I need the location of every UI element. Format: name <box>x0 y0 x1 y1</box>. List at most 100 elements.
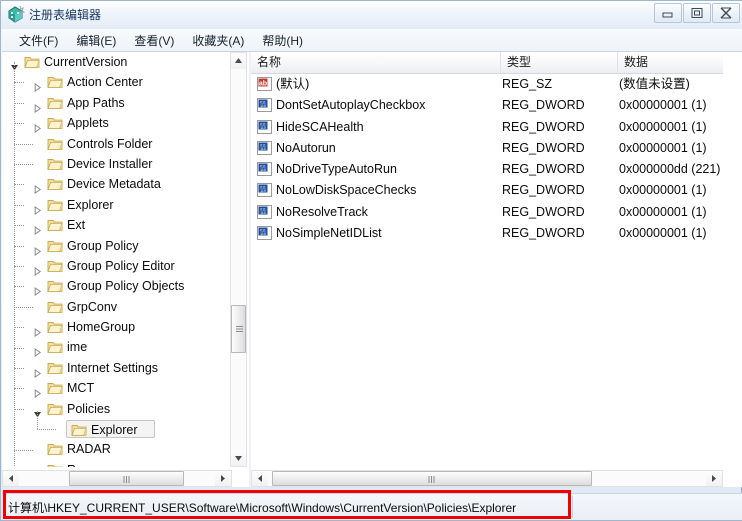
folder-icon <box>71 423 87 437</box>
table-row[interactable]: 011110NoResolveTrackREG_DWORD0x00000001 … <box>251 202 723 223</box>
table-row[interactable]: 011110DontSetAutoplayCheckboxREG_DWORD0x… <box>251 95 723 116</box>
value-data-cell: 0x00000001 (1) <box>619 180 707 201</box>
tree-node-group-policy[interactable]: Group Policy <box>2 236 230 256</box>
table-row[interactable]: 011110NoDriveTypeAutoRunREG_DWORD0x00000… <box>251 159 723 180</box>
table-row[interactable]: 011110NoSimpleNetIDListREG_DWORD0x000000… <box>251 223 723 244</box>
tree-guide-line <box>14 144 33 146</box>
value-data-cell: (数值未设置) <box>619 74 690 95</box>
tree-node-label: Explorer <box>67 195 114 215</box>
value-name-cell: HideSCAHealth <box>276 117 364 138</box>
menu-edit[interactable]: 编辑(E) <box>67 30 125 51</box>
folder-icon <box>47 320 63 334</box>
tree-node-grpconv[interactable]: GrpConv <box>2 297 230 317</box>
value-type-cell: REG_DWORD <box>502 138 585 159</box>
list-scroll-left-button[interactable] <box>252 471 268 486</box>
tree-node-label: HomeGroup <box>67 317 135 337</box>
tree-vertical-scrollbar[interactable] <box>230 52 247 467</box>
tree-node-label: Policies <box>67 399 110 419</box>
tree-node-device-installer[interactable]: Device Installer <box>2 154 230 174</box>
tree-node-explorer[interactable]: Explorer <box>2 195 230 215</box>
window-controls <box>653 3 740 23</box>
title-bar[interactable]: 注册表编辑器 <box>1 1 742 29</box>
tree-node-label: App Paths <box>67 93 125 113</box>
dword-value-icon: 011110 <box>257 226 272 240</box>
tree-scroll-right-button[interactable] <box>215 471 231 486</box>
tree-node-ext[interactable]: Ext <box>2 215 230 235</box>
menu-view[interactable]: 查看(V) <box>125 30 183 51</box>
registry-editor-icon <box>7 5 25 23</box>
tree-scrollbar-thumb[interactable] <box>231 305 246 353</box>
tree-node-label: Explorer <box>91 421 138 439</box>
folder-icon <box>24 55 40 69</box>
tree-node-controls-folder[interactable]: Controls Folder <box>2 134 230 154</box>
folder-icon <box>47 218 63 232</box>
tree-node-homegroup[interactable]: HomeGroup <box>2 317 230 337</box>
tree-scroll-up-button[interactable] <box>231 53 246 69</box>
table-row[interactable]: 011110NoLowDiskSpaceChecksREG_DWORD0x000… <box>251 180 723 201</box>
table-row[interactable]: 011110NoAutorunREG_DWORD0x00000001 (1) <box>251 138 723 159</box>
value-type-cell: REG_DWORD <box>502 159 585 180</box>
tree-guide-line <box>14 327 24 329</box>
folder-icon <box>47 116 63 130</box>
tree-scroll-left-button[interactable] <box>3 471 19 486</box>
tree-guide-line <box>14 286 24 288</box>
maximize-button[interactable] <box>683 3 711 23</box>
menu-file[interactable]: 文件(F) <box>10 30 67 51</box>
tree-node-run[interactable]: Run <box>2 460 230 467</box>
table-row[interactable]: 011110HideSCAHealthREG_DWORD0x00000001 (… <box>251 117 723 138</box>
tree-node-ime[interactable]: ime <box>2 337 230 357</box>
tree-node-radar[interactable]: RADAR <box>2 439 230 459</box>
menu-bar: 文件(F) 编辑(E) 查看(V) 收藏夹(A) 帮助(H) <box>2 29 742 52</box>
tree-node-group-policy-editor[interactable]: Group Policy Editor <box>2 256 230 276</box>
tree-node-internet-settings[interactable]: Internet Settings <box>2 358 230 378</box>
value-type-cell: REG_DWORD <box>502 223 585 244</box>
tree-node-label: Group Policy Editor <box>67 256 175 276</box>
close-button[interactable] <box>712 3 740 23</box>
list-horizontal-scrollbar[interactable] <box>251 470 723 487</box>
tree-horizontal-scrollbar[interactable] <box>2 470 232 487</box>
folder-icon <box>47 463 63 467</box>
tree-node-action-center[interactable]: Action Center <box>2 72 230 92</box>
tree-node-label: Ext <box>67 215 85 235</box>
tree-node-selection[interactable]: Explorer <box>66 420 155 438</box>
table-row[interactable]: ab(默认)REG_SZ(数值未设置) <box>251 74 723 95</box>
menu-help[interactable]: 帮助(H) <box>253 30 312 51</box>
column-header-type[interactable]: 类型 <box>501 52 618 73</box>
tree-node-group-policy-objects[interactable]: Group Policy Objects <box>2 276 230 296</box>
tree-guide-line <box>14 82 24 84</box>
tree-node-currentversion[interactable]: CurrentVersion <box>2 52 230 72</box>
registry-tree-pane[interactable]: CurrentVersionAction CenterApp PathsAppl… <box>2 52 250 487</box>
list-hscrollbar-thumb[interactable] <box>272 471 592 486</box>
svg-text:110: 110 <box>260 189 266 193</box>
tree-guide-line <box>14 388 24 390</box>
menu-favorites[interactable]: 收藏夹(A) <box>183 30 253 51</box>
tree-node-app-paths[interactable]: App Paths <box>2 93 230 113</box>
column-header-name[interactable]: 名称 <box>251 52 501 73</box>
tree-node-applets[interactable]: Applets <box>2 113 230 133</box>
svg-text:110: 110 <box>260 147 266 151</box>
column-header-data[interactable]: 数据 <box>618 52 723 73</box>
registry-values-pane[interactable]: 名称 类型 数据 ab(默认)REG_SZ(数值未设置)011110DontSe… <box>251 52 742 487</box>
minimize-button[interactable] <box>654 3 682 23</box>
main-panes: CurrentVersionAction CenterApp PathsAppl… <box>2 52 742 487</box>
folder-icon <box>47 96 63 110</box>
registry-tree[interactable]: CurrentVersionAction CenterApp PathsAppl… <box>2 52 230 467</box>
value-data-cell: 0x00000001 (1) <box>619 202 707 223</box>
tree-guide-line <box>14 450 33 452</box>
tree-node-label: ime <box>67 337 87 357</box>
registry-values-list[interactable]: ab(默认)REG_SZ(数值未设置)011110DontSetAutoplay… <box>251 74 723 467</box>
tree-hscrollbar-thumb[interactable] <box>69 471 184 486</box>
string-value-icon: ab <box>257 77 272 91</box>
folder-icon <box>47 198 63 212</box>
tree-node-device-metadata[interactable]: Device Metadata <box>2 174 230 194</box>
svg-text:110: 110 <box>260 168 266 172</box>
tree-guide-line <box>14 246 24 248</box>
status-separator <box>572 496 573 518</box>
tree-scroll-down-button[interactable] <box>231 450 246 466</box>
folder-icon <box>47 239 63 253</box>
dword-value-icon: 011110 <box>257 162 272 176</box>
list-scroll-right-button[interactable] <box>706 471 722 486</box>
tree-guide-line <box>14 225 24 227</box>
tree-node-mct[interactable]: MCT <box>2 378 230 398</box>
tree-node-label: RADAR <box>67 439 111 459</box>
